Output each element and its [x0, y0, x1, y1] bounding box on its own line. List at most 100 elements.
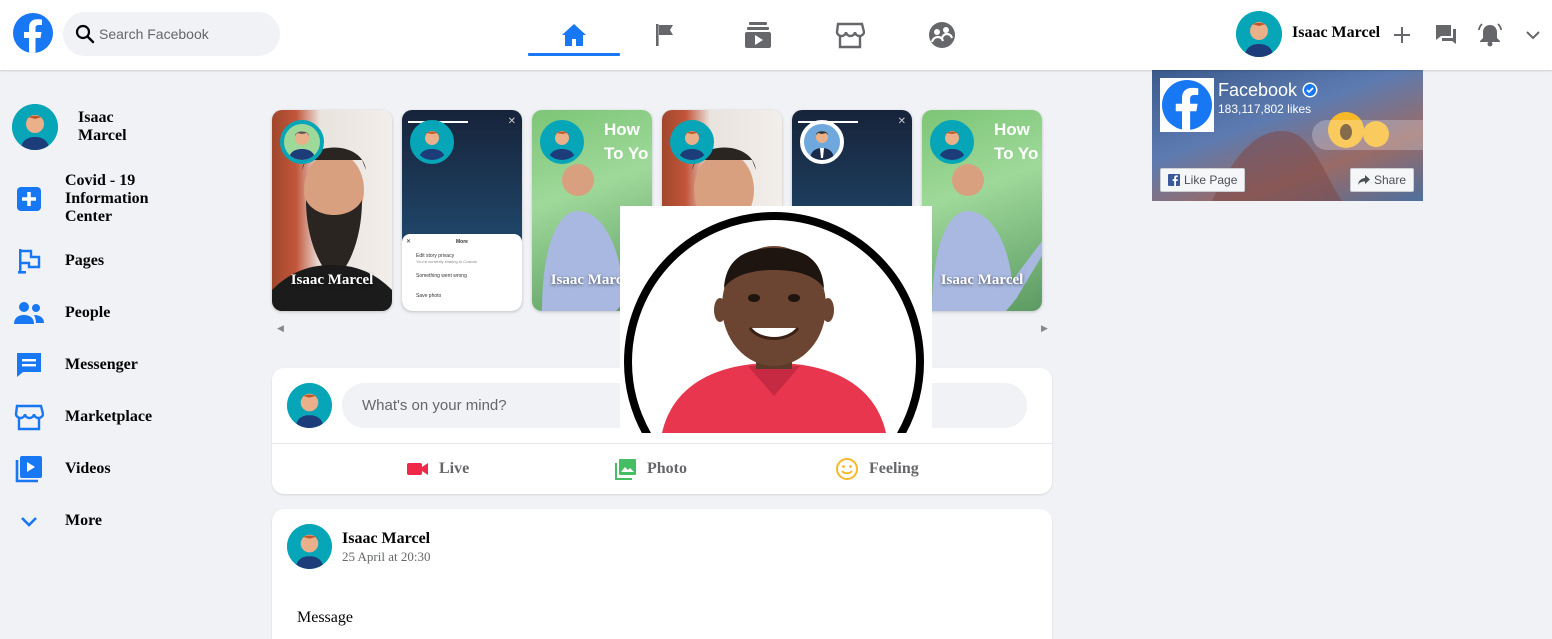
story-menu-item: Save photo [416, 293, 442, 299]
story-name: Isaac Marcel [290, 272, 374, 288]
story-avatar [280, 120, 324, 164]
live-video-button[interactable]: Live [407, 456, 469, 482]
page-likes-count: 183,117,802 likes [1218, 102, 1312, 116]
photo-icon [615, 459, 636, 480]
sidebar-item-label: Marketplace [65, 408, 153, 425]
story-card[interactable]: How To Yo Isaac Marcel [922, 110, 1042, 311]
chat-icon [17, 353, 41, 377]
page-logo [1160, 78, 1214, 132]
sidebar-item-covid[interactable]: Covid - 19 Information Center [12, 172, 175, 226]
post-author[interactable]: Isaac Marcel [342, 530, 430, 548]
sidebar-item-label: More [65, 512, 103, 529]
notifications-button[interactable] [1477, 22, 1503, 48]
action-label: Feeling [869, 460, 919, 477]
bell-icon [1478, 23, 1502, 47]
flag-icon [18, 249, 41, 274]
avatar[interactable] [287, 524, 332, 569]
account-menu-button[interactable] [1520, 22, 1546, 48]
search-icon [75, 24, 95, 44]
smile-icon [836, 458, 858, 480]
tab-groups[interactable] [896, 0, 988, 70]
story-card[interactable]: Isaac Marcel [272, 110, 392, 311]
create-button[interactable] [1389, 22, 1415, 48]
messenger-icon [1436, 25, 1456, 44]
action-label: Photo [647, 460, 687, 477]
sidebar-item-videos[interactable]: Videos [12, 452, 111, 486]
profile-photo [624, 212, 924, 433]
flag-icon [656, 24, 673, 46]
facebook-logo-icon[interactable] [13, 13, 53, 53]
search-input[interactable] [99, 22, 269, 46]
sidebar-item-marketplace[interactable]: Marketplace [12, 400, 152, 434]
plus-cross-icon [17, 187, 41, 211]
video-icon [15, 456, 42, 483]
chevron-down-icon [21, 517, 37, 527]
header-user-name[interactable]: Isaac Marcel [1292, 24, 1380, 42]
marketplace-icon [835, 22, 865, 49]
share-arrow-icon [1358, 175, 1370, 185]
sidebar-item-label: Videos [65, 460, 111, 477]
sidebar-item-pages[interactable]: Pages [12, 244, 104, 278]
action-label: Live [439, 460, 470, 477]
facebook-square-icon [1168, 174, 1180, 186]
story-menu-sheet: More ✕ Edit story privacy You're current… [402, 234, 522, 311]
search-bar[interactable] [63, 12, 280, 56]
sidebar-profile-name: Isaac Marcel [78, 109, 127, 144]
like-page-button[interactable]: Like Page [1160, 168, 1246, 192]
verified-badge-icon [1302, 82, 1318, 98]
home-icon [562, 24, 586, 46]
post-card: Isaac Marcel 25 April at 20:30 Message [272, 509, 1052, 639]
scroll-right-arrow[interactable]: ▶ [1041, 324, 1048, 334]
sidebar-item-more[interactable]: More [12, 504, 102, 538]
divider [272, 443, 1052, 444]
store-icon [14, 404, 44, 431]
story-avatar [800, 120, 844, 164]
story-menu-item: Something went wrong [416, 273, 467, 279]
story-avatar [540, 120, 584, 164]
sidebar-item-people[interactable]: People [12, 296, 110, 330]
sidebar-item-label: Covid - 19 Information Center [65, 172, 149, 225]
sidebar-profile[interactable]: Isaac Marcel [12, 104, 148, 150]
video-camera-icon [407, 463, 428, 475]
story-avatar [670, 120, 714, 164]
sidebar-item-messenger[interactable]: Messenger [12, 348, 138, 382]
top-navbar: Isaac Marcel [0, 0, 1552, 70]
page-title[interactable]: Facebook [1218, 80, 1297, 100]
close-icon: ✕ [897, 116, 906, 127]
tab-watch[interactable] [712, 0, 804, 70]
profile-photo-overlay [620, 206, 932, 433]
plus-icon [1394, 27, 1410, 43]
story-menu-title: More [456, 239, 468, 245]
facebook-logo-icon [1162, 80, 1212, 130]
share-label: Share [1374, 173, 1407, 187]
share-button[interactable]: Share [1350, 168, 1415, 192]
story-card[interactable]: ✕ More ✕ Edit story privacy You're curre… [402, 110, 522, 311]
chevron-down-icon [1526, 31, 1540, 40]
story-avatar [410, 120, 454, 164]
groups-icon [929, 22, 955, 48]
messenger-button[interactable] [1433, 22, 1459, 48]
close-icon: ✕ [507, 116, 516, 127]
feeling-button[interactable]: Feeling [835, 456, 919, 482]
avatar [287, 383, 332, 428]
tab-pages[interactable] [620, 0, 712, 70]
watch-icon [745, 22, 771, 48]
story-name: Isaac Marcel [940, 272, 1024, 288]
people-icon [14, 302, 44, 324]
sidebar-item-label: People [65, 304, 111, 321]
story-menu-subtext: You're currently sharing to Custom [416, 259, 478, 264]
avatar [12, 104, 58, 150]
header-avatar[interactable] [1236, 11, 1282, 57]
post-timestamp[interactable]: 25 April at 20:30 [342, 549, 430, 565]
tab-home[interactable] [528, 0, 620, 70]
photo-button[interactable]: Photo [615, 456, 687, 482]
close-icon: ✕ [406, 239, 412, 245]
facebook-page-widget[interactable]: Facebook 183,117,802 likes Like Page Sha… [1152, 70, 1423, 201]
scroll-left-arrow[interactable]: ◀ [277, 324, 284, 334]
story-avatar [930, 120, 974, 164]
sidebar-item-label: Messenger [65, 356, 138, 373]
post-message: Message [297, 609, 353, 626]
tab-marketplace[interactable] [804, 0, 896, 70]
like-page-label: Like Page [1184, 173, 1238, 187]
sidebar-item-label: Pages [65, 252, 105, 269]
